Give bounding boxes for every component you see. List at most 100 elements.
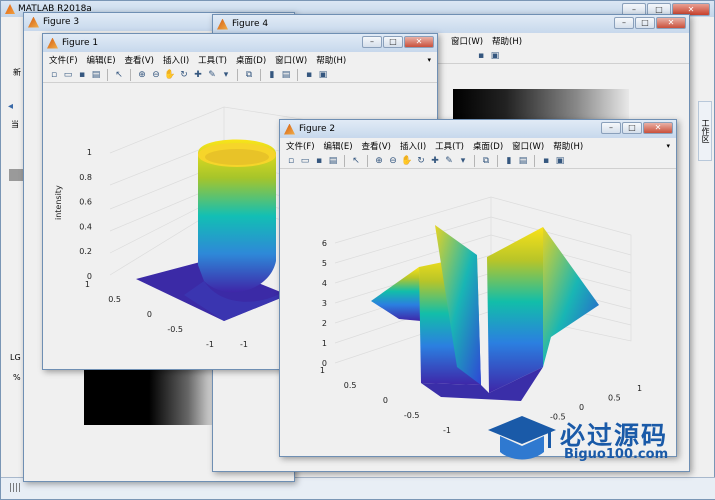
- figure-4-title: Figure 4: [232, 19, 269, 29]
- link-plot-icon[interactable]: ⧉: [480, 155, 492, 167]
- zoom-out-icon[interactable]: ⊖: [150, 69, 162, 81]
- x-tick-label: 0.5: [608, 394, 621, 403]
- close-button[interactable]: ✕: [656, 17, 686, 29]
- maximize-button[interactable]: □: [622, 122, 642, 134]
- colorbar-icon[interactable]: ▮: [266, 69, 278, 81]
- y-tick-label: 1: [320, 366, 325, 375]
- main-left-block: [9, 169, 23, 181]
- menu-file[interactable]: 文件(F): [286, 140, 315, 152]
- menu-desktop[interactable]: 桌面(D): [236, 54, 266, 66]
- y-tick-label: -1: [443, 426, 451, 435]
- main-left-label-3: 当: [11, 120, 19, 129]
- colorbar-icon[interactable]: ▮: [503, 155, 515, 167]
- main-left-label-4: LG: [10, 353, 21, 362]
- figure-2-grid: [334, 196, 632, 364]
- print-icon[interactable]: ▤: [90, 69, 102, 81]
- menu-window[interactable]: 窗口(W): [275, 54, 307, 66]
- z-tick-label: 0.2: [79, 247, 92, 256]
- figure-4-controls: – □ ✕: [614, 17, 686, 29]
- toolbar-separator: [260, 68, 261, 81]
- save-icon[interactable]: ▪: [313, 155, 325, 167]
- pointer-icon[interactable]: ↖: [113, 69, 125, 81]
- figure-2-toolbar: ▫ ▭ ▪ ▤ ↖ ⊕ ⊖ ✋ ↻ ✚ ✎ ▾ ⧉ ▮ ▤ ▪ ▣: [280, 153, 676, 169]
- menu-desktop[interactable]: 桌面(D): [473, 140, 503, 152]
- main-left-label-2: 新: [13, 68, 21, 77]
- menu-overflow-icon[interactable]: ▾: [427, 56, 431, 64]
- open-file-icon[interactable]: ▭: [62, 69, 74, 81]
- rotate-icon[interactable]: ↻: [178, 69, 190, 81]
- menu-overflow-icon[interactable]: ▾: [666, 142, 670, 150]
- nav-back-icon[interactable]: ◂: [8, 101, 13, 112]
- minimize-button[interactable]: –: [362, 36, 382, 48]
- close-button[interactable]: ✕: [404, 36, 434, 48]
- link-plot-icon[interactable]: ⧉: [243, 69, 255, 81]
- watermark-logo: 必过源码 Biguo100.com: [484, 412, 694, 464]
- x-tick-label: 1: [637, 384, 642, 393]
- new-figure-icon[interactable]: ▫: [285, 155, 297, 167]
- menu-window[interactable]: 窗口(W): [451, 35, 483, 47]
- menu-view[interactable]: 查看(V): [125, 54, 154, 66]
- maximize-button[interactable]: □: [383, 36, 403, 48]
- menu-edit[interactable]: 编辑(E): [87, 54, 116, 66]
- hide-tools-icon[interactable]: ▪: [540, 155, 552, 167]
- print-icon[interactable]: ▤: [327, 155, 339, 167]
- brush-icon[interactable]: ✎: [206, 69, 218, 81]
- dock-icon[interactable]: ▪: [475, 50, 487, 62]
- z-tick-label: 5: [322, 259, 327, 268]
- window-icon[interactable]: ▣: [489, 50, 501, 62]
- legend-icon[interactable]: ▤: [280, 69, 292, 81]
- maximize-button[interactable]: □: [635, 17, 655, 29]
- new-figure-icon[interactable]: ▫: [48, 69, 60, 81]
- show-tools-icon[interactable]: ▣: [317, 69, 329, 81]
- figure-2-title: Figure 2: [299, 124, 336, 134]
- z-tick-label: 3: [322, 299, 327, 308]
- zoom-out-icon[interactable]: ⊖: [387, 155, 399, 167]
- minimize-button[interactable]: –: [601, 122, 621, 134]
- open-file-icon[interactable]: ▭: [299, 155, 311, 167]
- brush-dropdown-icon[interactable]: ▾: [457, 155, 469, 167]
- rotate-icon[interactable]: ↻: [415, 155, 427, 167]
- figure-2-title-bar[interactable]: Figure 2 – □ ✕: [280, 120, 676, 138]
- x-tick-label: -1: [240, 340, 248, 349]
- matlab-logo-icon: [5, 4, 15, 14]
- menu-tools[interactable]: 工具(T): [198, 54, 227, 66]
- close-button[interactable]: ✕: [643, 122, 673, 134]
- y-tick-label: -1: [206, 340, 214, 349]
- figure-1-title-bar[interactable]: Figure 1 – □ ✕: [43, 34, 437, 52]
- menu-insert[interactable]: 插入(I): [163, 54, 189, 66]
- menu-insert[interactable]: 插入(I): [400, 140, 426, 152]
- z-tick-label: 4: [322, 279, 327, 288]
- figure-4-title-bar[interactable]: Figure 4 – □ ✕: [213, 15, 689, 33]
- legend-icon[interactable]: ▤: [517, 155, 529, 167]
- workspace-side-tab[interactable]: 工作区: [698, 101, 712, 161]
- menu-tools[interactable]: 工具(T): [435, 140, 464, 152]
- zoom-in-icon[interactable]: ⊕: [373, 155, 385, 167]
- data-cursor-icon[interactable]: ✚: [429, 155, 441, 167]
- zoom-in-icon[interactable]: ⊕: [136, 69, 148, 81]
- pan-icon[interactable]: ✋: [401, 155, 413, 167]
- menu-edit[interactable]: 编辑(E): [324, 140, 353, 152]
- toolbar-separator: [107, 68, 108, 81]
- minimize-button[interactable]: –: [614, 17, 634, 29]
- data-cursor-icon[interactable]: ✚: [192, 69, 204, 81]
- x-tick-label: 0: [579, 403, 584, 412]
- menu-help[interactable]: 帮助(H): [316, 54, 346, 66]
- pan-icon[interactable]: ✋: [164, 69, 176, 81]
- menu-help[interactable]: 帮助(H): [492, 35, 522, 47]
- z-tick-label: 6: [322, 239, 327, 248]
- toolbar-separator: [130, 68, 131, 81]
- pointer-icon[interactable]: ↖: [350, 155, 362, 167]
- menu-file[interactable]: 文件(F): [49, 54, 78, 66]
- save-icon[interactable]: ▪: [76, 69, 88, 81]
- show-tools-icon[interactable]: ▣: [554, 155, 566, 167]
- y-tick-label: 0.5: [108, 295, 121, 304]
- watermark-url: Biguo100.com: [564, 447, 669, 462]
- menu-view[interactable]: 查看(V): [362, 140, 391, 152]
- brush-dropdown-icon[interactable]: ▾: [220, 69, 232, 81]
- menu-window[interactable]: 窗口(W): [512, 140, 544, 152]
- z-tick-label: 1: [322, 339, 327, 348]
- brush-icon[interactable]: ✎: [443, 155, 455, 167]
- figure-2-controls: – □ ✕: [601, 122, 673, 134]
- hide-tools-icon[interactable]: ▪: [303, 69, 315, 81]
- menu-help[interactable]: 帮助(H): [553, 140, 583, 152]
